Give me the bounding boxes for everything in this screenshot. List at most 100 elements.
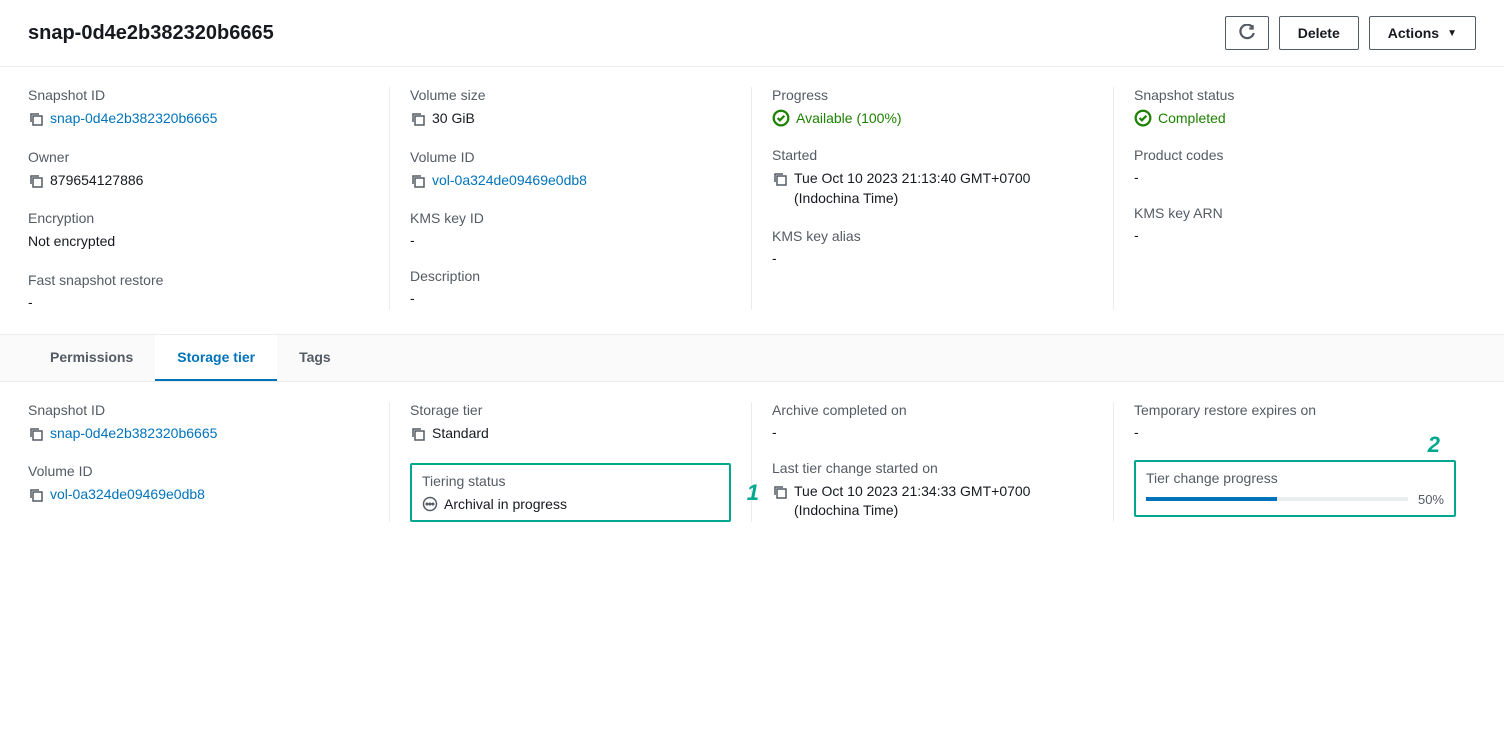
copy-icon[interactable] [28, 487, 44, 503]
field-value: - [28, 294, 369, 310]
header-actions: Delete Actions ▼ [1225, 16, 1476, 50]
highlight-tier-progress: Tier change progress 50% [1134, 460, 1456, 517]
field-label: Started [772, 147, 1093, 163]
field-archive-completed: Archive completed on - [772, 402, 1093, 440]
content-column: Archive completed on - Last tier change … [752, 402, 1114, 523]
progress-bar [1146, 497, 1408, 501]
field-fast-restore: Fast snapshot restore - [28, 272, 369, 310]
field-value: - [410, 290, 731, 306]
copy-icon[interactable] [28, 111, 44, 127]
copy-icon[interactable] [410, 173, 426, 189]
field-label: Encryption [28, 210, 369, 226]
field-label: Volume ID [410, 149, 731, 165]
field-value: 879654127886 [50, 171, 143, 191]
field-kms-key-arn: KMS key ARN - [1134, 205, 1456, 243]
field-label: Description [410, 268, 731, 284]
field-progress: Progress Available (100%) [772, 87, 1093, 127]
details-panel: Snapshot ID snap-0d4e2b382320b6665 Owner… [0, 67, 1504, 334]
field-value-link[interactable]: vol-0a324de09469e0db8 [50, 485, 205, 505]
content-column: Snapshot ID snap-0d4e2b382320b6665 Volum… [28, 402, 390, 523]
content-column: Temporary restore expires on - Tier chan… [1114, 402, 1476, 523]
delete-button[interactable]: Delete [1279, 16, 1359, 50]
copy-icon[interactable] [28, 173, 44, 189]
field-value-link[interactable]: snap-0d4e2b382320b6665 [50, 109, 217, 129]
field-label: Product codes [1134, 147, 1456, 163]
field-value-link[interactable]: vol-0a324de09469e0db8 [432, 171, 587, 191]
page-header: snap-0d4e2b382320b6665 Delete Actions ▼ [0, 0, 1504, 67]
check-circle-icon [1134, 109, 1152, 127]
field-label: Owner [28, 149, 369, 165]
field-label: Tier change progress [1146, 470, 1444, 486]
check-circle-icon [772, 109, 790, 127]
field-volume-id: Volume ID vol-0a324de09469e0db8 [410, 149, 731, 191]
field-value: Archival in progress [444, 496, 567, 512]
storage-tier-panel: Snapshot ID snap-0d4e2b382320b6665 Volum… [0, 382, 1504, 547]
field-label: Progress [772, 87, 1093, 103]
field-description: Description - [410, 268, 731, 306]
copy-icon[interactable] [28, 426, 44, 442]
field-value: Completed [1158, 110, 1226, 126]
field-product-codes: Product codes - [1134, 147, 1456, 185]
field-started: Started Tue Oct 10 2023 21:13:40 GMT+070… [772, 147, 1093, 208]
callout-number: 2 [1428, 432, 1440, 458]
field-kms-key-alias: KMS key alias - [772, 228, 1093, 266]
field-snapshot-id: Snapshot ID snap-0d4e2b382320b6665 [28, 87, 369, 129]
field-volume-size: Volume size 30 GiB [410, 87, 731, 129]
field-value: - [772, 424, 1093, 440]
copy-icon[interactable] [410, 111, 426, 127]
actions-button[interactable]: Actions ▼ [1369, 16, 1476, 50]
field-snapshot-status: Snapshot status Completed [1134, 87, 1456, 127]
field-label: Tiering status [422, 473, 719, 489]
content-column: Storage tier Standard Tiering status Ar [390, 402, 752, 523]
refresh-icon [1238, 24, 1256, 42]
actions-label: Actions [1388, 25, 1439, 41]
field-value: 30 GiB [432, 109, 475, 129]
copy-icon[interactable] [772, 484, 788, 500]
field-value: - [410, 232, 731, 248]
tab-tags[interactable]: Tags [277, 335, 353, 381]
copy-icon[interactable] [410, 426, 426, 442]
field-value-link[interactable]: snap-0d4e2b382320b6665 [50, 424, 217, 444]
field-label: Fast snapshot restore [28, 272, 369, 288]
field-label: Volume size [410, 87, 731, 103]
detail-column: Snapshot ID snap-0d4e2b382320b6665 Owner… [28, 87, 390, 310]
field-label: KMS key alias [772, 228, 1093, 244]
field-value: - [1134, 424, 1456, 440]
callout-number: 1 [747, 480, 759, 506]
detail-column: Snapshot status Completed Product codes … [1114, 87, 1476, 310]
field-value: - [772, 250, 1093, 266]
field-last-tier-change: Last tier change started on Tue Oct 10 2… [772, 460, 1093, 521]
field-label: Snapshot status [1134, 87, 1456, 103]
tab-permissions[interactable]: Permissions [28, 335, 155, 381]
field-label: KMS key ARN [1134, 205, 1456, 221]
caret-down-icon: ▼ [1447, 28, 1457, 39]
field-value: Tue Oct 10 2023 21:13:40 GMT+0700 (Indoc… [794, 169, 1093, 208]
detail-column: Progress Available (100%) Started Tue Oc… [752, 87, 1114, 310]
field-label: Storage tier [410, 402, 731, 418]
field-volume-id-st: Volume ID vol-0a324de09469e0db8 [28, 463, 369, 505]
field-snapshot-id-st: Snapshot ID snap-0d4e2b382320b6665 [28, 402, 369, 444]
status-in-progress-icon [422, 496, 438, 512]
field-label: Snapshot ID [28, 87, 369, 103]
field-label: Temporary restore expires on [1134, 402, 1456, 418]
tabs: Permissions Storage tier Tags [0, 334, 1504, 382]
field-label: KMS key ID [410, 210, 731, 226]
field-storage-tier: Storage tier Standard [410, 402, 731, 444]
field-kms-key-id: KMS key ID - [410, 210, 731, 248]
field-label: Last tier change started on [772, 460, 1093, 476]
field-temp-restore: Temporary restore expires on - [1134, 402, 1456, 440]
field-label: Volume ID [28, 463, 369, 479]
field-value: Available (100%) [796, 110, 902, 126]
field-owner: Owner 879654127886 [28, 149, 369, 191]
field-value: - [1134, 227, 1456, 243]
refresh-button[interactable] [1225, 16, 1269, 50]
tab-storage-tier[interactable]: Storage tier [155, 335, 277, 381]
detail-column: Volume size 30 GiB Volume ID vol-0a324de… [390, 87, 752, 310]
field-encryption: Encryption Not encrypted [28, 210, 369, 252]
field-value: - [1134, 169, 1456, 185]
copy-icon[interactable] [772, 171, 788, 187]
highlight-tiering-status: Tiering status Archival in progress [410, 463, 731, 522]
progress-fill [1146, 497, 1277, 501]
field-value: Tue Oct 10 2023 21:34:33 GMT+0700 (Indoc… [794, 482, 1093, 521]
field-label: Archive completed on [772, 402, 1093, 418]
